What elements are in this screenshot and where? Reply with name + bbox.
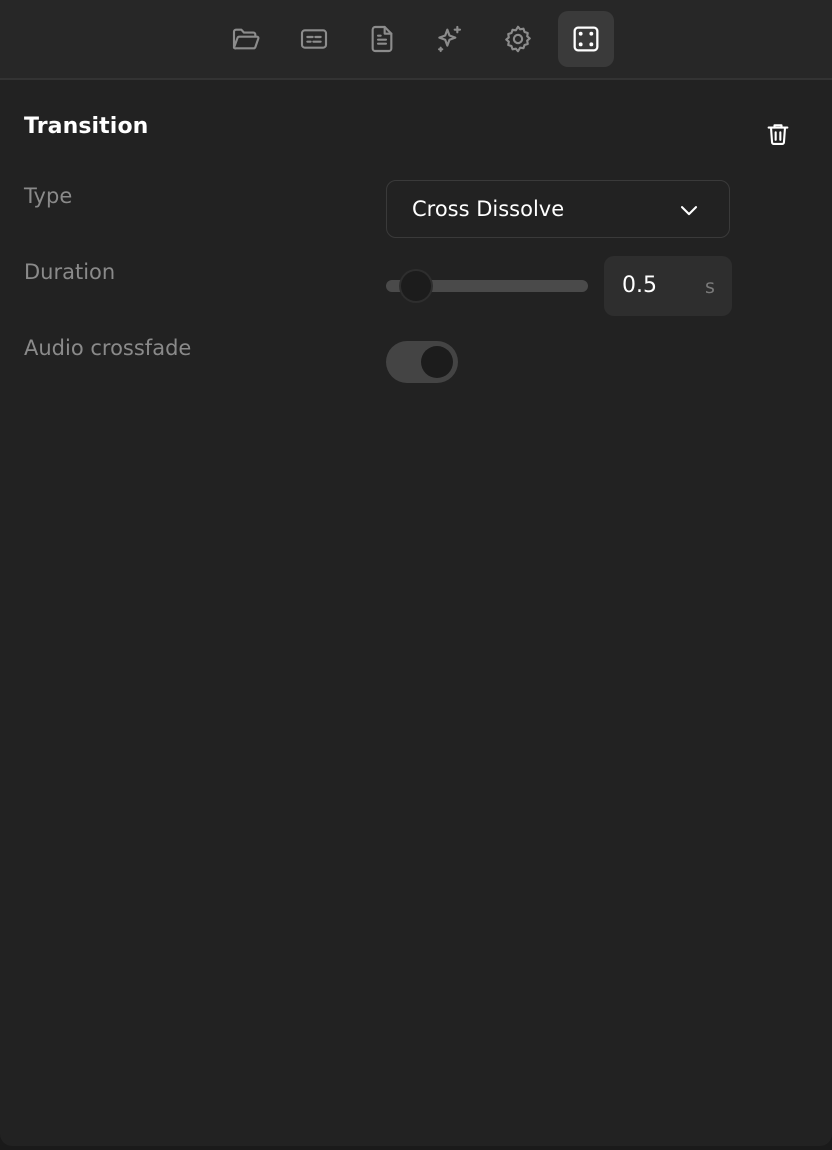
gear-icon <box>505 25 531 53</box>
tab-captions[interactable] <box>286 11 342 67</box>
duration-slider-thumb[interactable] <box>401 271 432 301</box>
type-label: Type <box>24 184 73 208</box>
inspector-panel: Transition Type Cross Dissolve Duration … <box>0 0 832 1146</box>
sparkles-icon <box>438 25 462 53</box>
tab-settings[interactable] <box>490 11 546 67</box>
delete-transition-button[interactable] <box>760 116 796 152</box>
transition-type-value: Cross Dissolve <box>412 197 565 221</box>
tab-document[interactable] <box>354 11 410 67</box>
duration-unit: s <box>705 276 715 298</box>
transition-type-select[interactable]: Cross Dissolve <box>386 180 730 238</box>
audio-crossfade-toggle[interactable] <box>386 341 458 383</box>
section-title: Transition <box>24 114 149 139</box>
folder-open-icon <box>232 28 260 50</box>
tab-transition[interactable] <box>558 11 614 67</box>
captions-icon <box>300 29 328 49</box>
transition-frame-icon <box>573 26 599 52</box>
trash-icon <box>767 124 789 145</box>
inspector-toolbar <box>0 0 832 80</box>
audio-crossfade-toggle-knob <box>421 346 453 378</box>
duration-input[interactable]: 0.5 s <box>604 256 732 316</box>
duration-value: 0.5 <box>622 273 657 298</box>
chevron-down-icon <box>680 206 698 216</box>
tab-effects[interactable] <box>422 11 478 67</box>
duration-slider[interactable] <box>386 266 588 306</box>
audio-crossfade-label: Audio crossfade <box>24 336 192 360</box>
document-icon <box>371 25 393 53</box>
tab-media[interactable] <box>218 11 274 67</box>
duration-label: Duration <box>24 260 116 284</box>
